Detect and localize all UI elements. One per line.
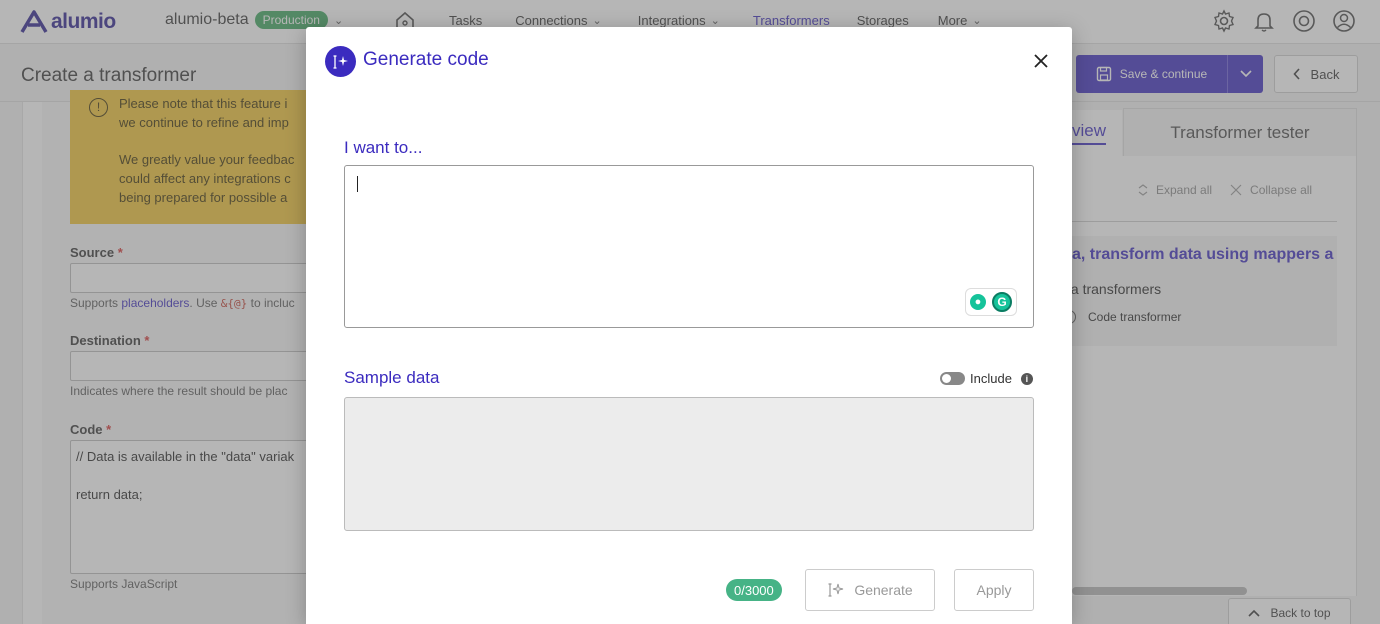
prompt-textarea[interactable]: ● G [344, 165, 1034, 328]
text-cursor [357, 176, 358, 192]
ai-sparkle-icon [828, 583, 844, 597]
include-toggle-row: Include i [940, 371, 1033, 386]
generate-code-dialog: Generate code I want to... ● G Sample da… [306, 27, 1072, 624]
generate-label: Generate [854, 582, 913, 598]
dialog-title: Generate code [363, 49, 489, 70]
want-label: I want to... [344, 138, 423, 157]
apply-button[interactable]: Apply [954, 569, 1034, 611]
include-label: Include [970, 371, 1012, 386]
sample-data-textarea [344, 397, 1034, 531]
info-icon[interactable]: i [1020, 372, 1033, 385]
character-counter: 0/3000 [726, 579, 782, 601]
sample-data-label: Sample data [344, 368, 440, 387]
lightbulb-icon: ● [970, 294, 986, 310]
grammarly-icon: G [992, 292, 1012, 312]
dialog-header: Generate code [306, 27, 1072, 94]
ai-sparkle-icon [325, 46, 356, 77]
close-icon[interactable] [1030, 50, 1052, 72]
include-toggle[interactable] [940, 372, 965, 385]
generate-button[interactable]: Generate [805, 569, 935, 611]
grammarly-widget[interactable]: ● G [965, 288, 1017, 316]
